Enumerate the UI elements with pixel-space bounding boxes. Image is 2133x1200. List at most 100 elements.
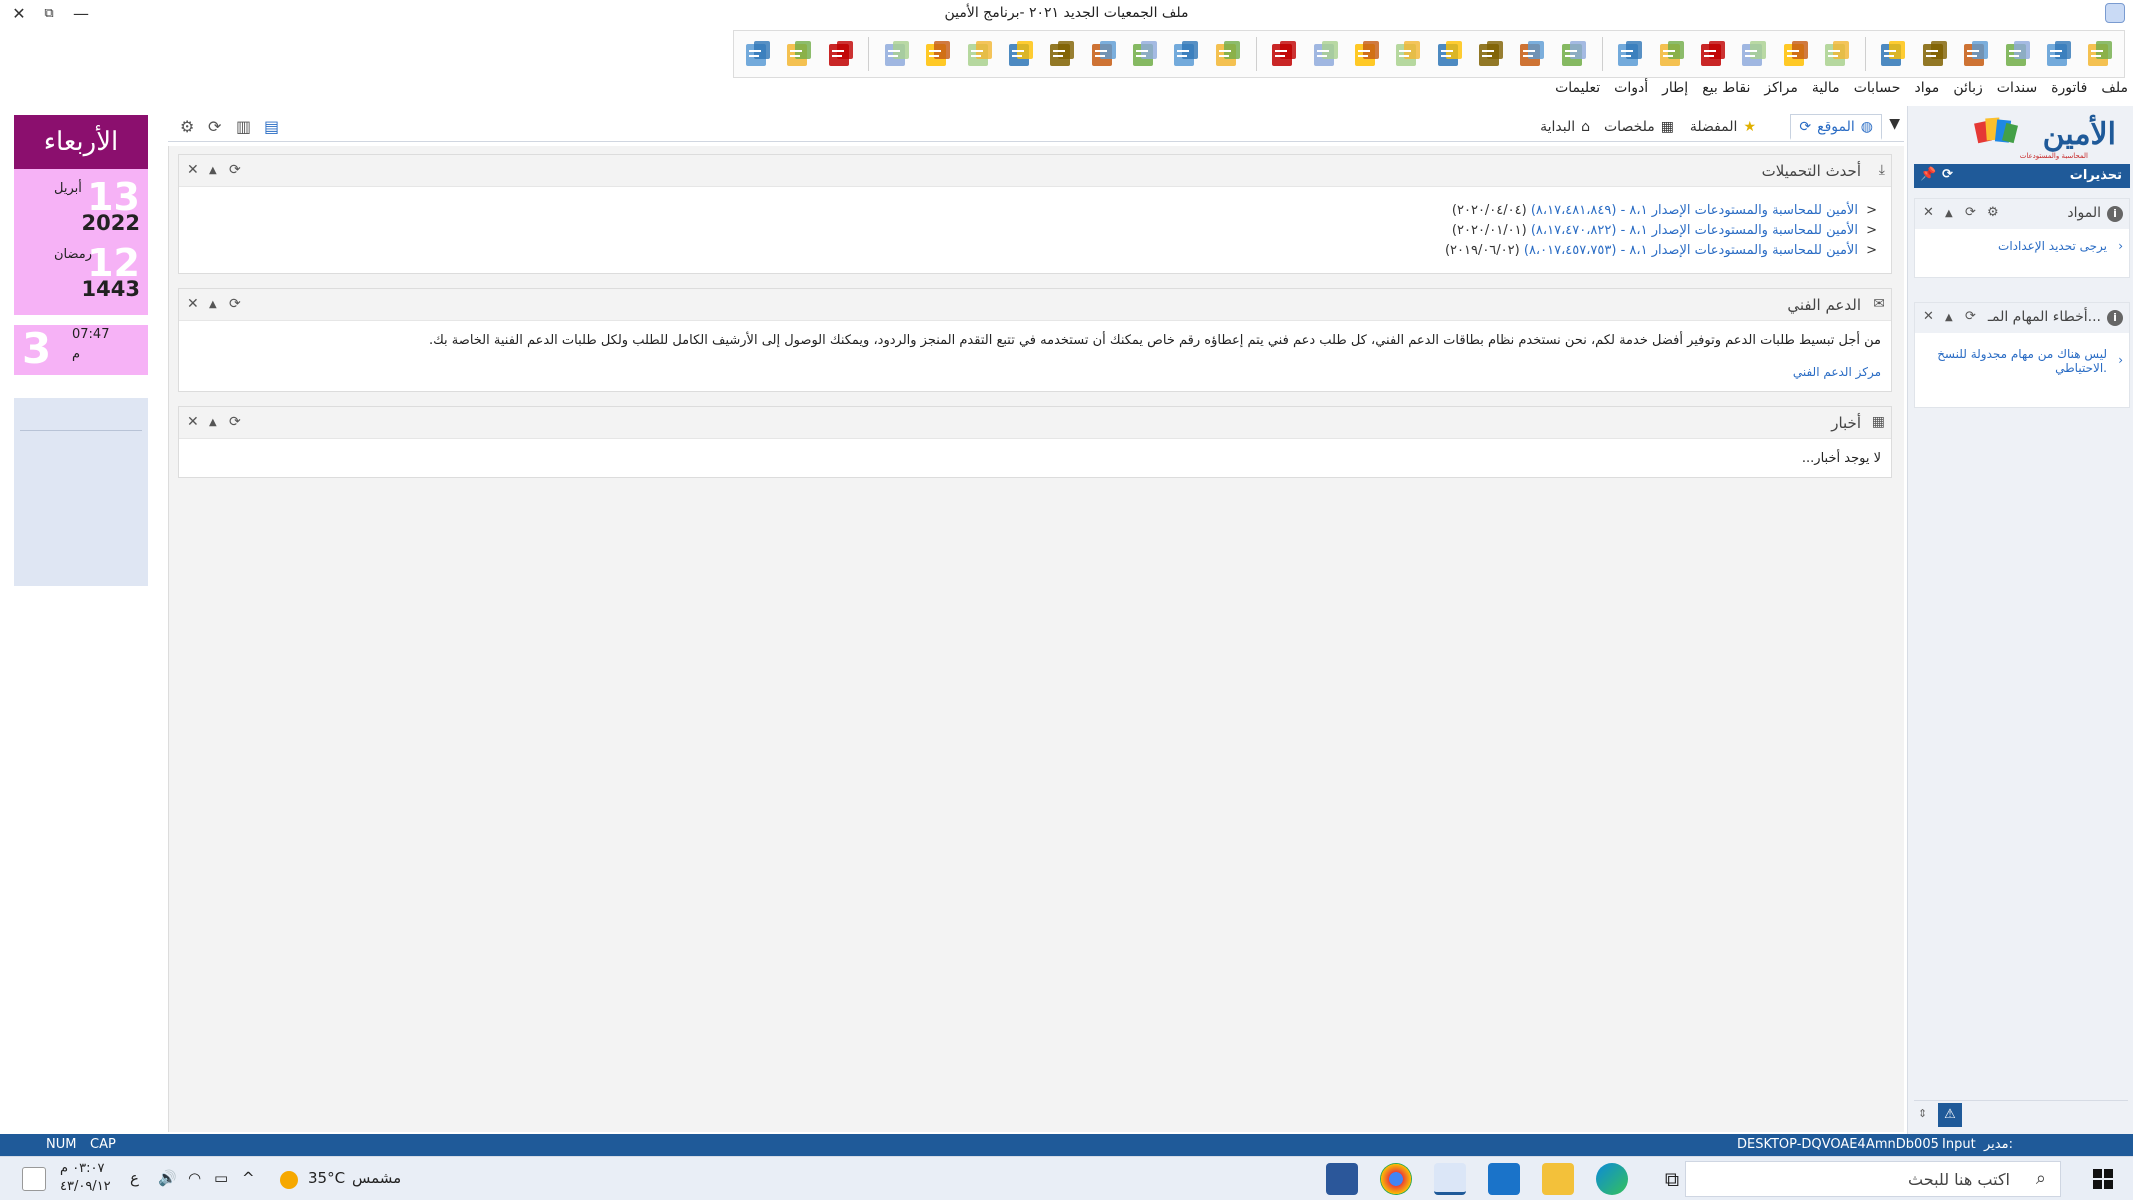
menu-centers[interactable]: مراكز [1764, 80, 1798, 102]
refresh-icon[interactable]: ⟳ [229, 414, 241, 430]
menu-vouchers[interactable]: سندات [1997, 80, 2037, 102]
refresh-icon[interactable]: ⟳ [1965, 309, 1976, 324]
collapse-icon[interactable]: ▲ [209, 165, 217, 176]
sign-icon[interactable] [1695, 36, 1730, 72]
export-icon[interactable] [1169, 36, 1204, 72]
weather-desc[interactable]: مشمس [352, 1169, 401, 1187]
document-check-icon[interactable] [1917, 36, 1952, 72]
chart-printer-icon[interactable] [1432, 36, 1467, 72]
refresh-icon[interactable] [823, 36, 858, 72]
tab-site[interactable]: ⟳ الموقع ◍ [1790, 114, 1882, 140]
refresh-icon[interactable]: ⟳ [229, 162, 241, 178]
tab-favorites[interactable]: المفضلة ★ [1690, 114, 1756, 140]
report-icon[interactable] [1391, 36, 1426, 72]
word-app-icon[interactable] [1326, 1163, 1358, 1195]
table-view-icon[interactable] [1819, 36, 1854, 72]
close-icon[interactable]: ✕ [1923, 205, 1934, 220]
refresh-icon[interactable]: ⟳ [1965, 205, 1976, 220]
chevron-down-icon[interactable]: ▼ [1889, 116, 1900, 132]
menu-tools[interactable]: أدوات [1614, 80, 1648, 102]
edit-document-icon[interactable] [1308, 36, 1343, 72]
download-item-text[interactable]: الأمين للمحاسبة والمستودعات الإصدار ٨،١ … [1524, 243, 1858, 258]
image-gallery-icon[interactable] [1876, 36, 1911, 72]
collapse-icon[interactable]: ▲ [209, 417, 217, 428]
close-icon[interactable]: ✕ [187, 162, 199, 178]
database-icon[interactable] [740, 36, 775, 72]
calculator-icon[interactable] [781, 36, 816, 72]
card-message[interactable]: ليس هناك من مهام مجدولة للنسخ الاحتياطي. [1937, 347, 2107, 375]
marker-file-icon[interactable] [879, 36, 914, 72]
collapse-icon[interactable]: ▲ [209, 299, 217, 310]
in-arrow-icon[interactable] [1045, 36, 1080, 72]
barcode-icon[interactable] [1210, 36, 1245, 72]
gear-icon[interactable]: ⚙ [180, 117, 194, 136]
book-icon[interactable] [1613, 36, 1648, 72]
people-icon[interactable] [1003, 36, 1038, 72]
scroll-arrows-icon[interactable]: ⇕ [1918, 1107, 1927, 1120]
out-arrow-icon[interactable] [1086, 36, 1121, 72]
palette-icon[interactable] [2000, 36, 2035, 72]
download-item[interactable]: < الأمين للمحاسبة والمستودعات الإصدار ٨،… [1445, 243, 1877, 258]
notifications-icon[interactable] [22, 1167, 46, 1191]
refresh-icon[interactable]: ⟳ [229, 296, 241, 312]
pin-icon[interactable]: 📌 [1920, 167, 1936, 182]
collapse-icon[interactable]: ▲ [1945, 208, 1953, 219]
pencil-icon[interactable] [921, 36, 956, 72]
download-item-text[interactable]: الأمين للمحاسبة والمستودعات الإصدار ٨،١ … [1531, 203, 1858, 218]
menu-materials[interactable]: مواد [1914, 80, 1939, 102]
wifi-icon[interactable]: ◠ [188, 1169, 201, 1187]
language-indicator[interactable]: ع [130, 1169, 139, 1187]
volume-icon[interactable]: 🔊 [158, 1169, 177, 1187]
download-item[interactable]: < الأمين للمحاسبة والمستودعات الإصدار ٨،… [1452, 203, 1877, 218]
columns-icon[interactable]: ▥ [236, 117, 251, 136]
refresh-icon[interactable]: ⟳ [1799, 119, 1811, 135]
green-book-icon[interactable] [1473, 36, 1508, 72]
clock-date[interactable]: ٤٣/٠٩/١٢ [60, 1179, 111, 1194]
card-message[interactable]: يرجى تحديد الإعدادات [1998, 239, 2107, 253]
menu-finance[interactable]: مالية [1812, 80, 1840, 102]
menu-customers[interactable]: زبائن [1953, 80, 1982, 102]
alameen-app-icon[interactable] [1434, 1163, 1466, 1195]
support-center-link[interactable]: مركز الدعم الفني [1793, 365, 1881, 379]
tab-home[interactable]: البداية ⌂ [1540, 114, 1590, 140]
tag-icon[interactable] [1515, 36, 1550, 72]
gear-icon[interactable]: ⚙ [1987, 205, 1999, 220]
start-button[interactable] [2093, 1169, 2113, 1189]
taskbar-search[interactable]: اكتب هنا للبحث ⌕ [1685, 1161, 2061, 1197]
menu-invoice[interactable]: فاتورة [2051, 80, 2087, 102]
marker-icon[interactable] [1349, 36, 1384, 72]
certificate-icon[interactable] [1959, 36, 1994, 72]
app-shortcut-icon[interactable]: ⚠ [1938, 1103, 1962, 1127]
layout-icon[interactable]: ▤ [264, 117, 279, 136]
task-view-icon[interactable]: ⧉ [1656, 1163, 1688, 1195]
refresh-icon[interactable]: ⟳ [208, 117, 221, 136]
import-icon[interactable] [1127, 36, 1162, 72]
mail-app-icon[interactable] [1488, 1163, 1520, 1195]
scale-icon[interactable] [1556, 36, 1591, 72]
chevron-up-icon[interactable]: ^ [242, 1169, 255, 1187]
weather-temp[interactable]: 35°C [308, 1169, 345, 1187]
close-icon[interactable]: ✕ [187, 414, 199, 430]
refresh-icon[interactable]: ⟳ [1942, 167, 1953, 182]
folder-open-icon[interactable] [2083, 36, 2118, 72]
download-item-text[interactable]: الأمين للمحاسبة والمستودعات الإصدار ٨،١ … [1531, 223, 1858, 238]
close-icon[interactable]: ✕ [1923, 309, 1934, 324]
edge-app-icon[interactable] [1596, 1163, 1628, 1195]
chart-view-icon[interactable] [1737, 36, 1772, 72]
coin-icon[interactable] [1267, 36, 1302, 72]
folder-chart-icon[interactable] [1654, 36, 1689, 72]
menu-frame[interactable]: إطار [1662, 80, 1688, 102]
clock-time[interactable]: ٠٣:٠٧ م [60, 1161, 105, 1176]
list-view-icon[interactable] [1778, 36, 1813, 72]
document-edit-icon[interactable] [2041, 36, 2076, 72]
menu-pos[interactable]: نقاط بيع [1702, 80, 1750, 102]
battery-icon[interactable]: ▭ [214, 1169, 228, 1187]
close-icon[interactable]: ✕ [187, 296, 199, 312]
menu-help[interactable]: تعليمات [1555, 80, 1600, 102]
collapse-icon[interactable]: ▲ [1945, 312, 1953, 323]
download-item[interactable]: < الأمين للمحاسبة والمستودعات الإصدار ٨،… [1452, 223, 1877, 238]
file-explorer-icon[interactable] [1542, 1163, 1574, 1195]
chrome-app-icon[interactable] [1380, 1163, 1412, 1195]
tab-summaries[interactable]: ملخصات ▦ [1604, 114, 1674, 140]
group-icon[interactable] [962, 36, 997, 72]
